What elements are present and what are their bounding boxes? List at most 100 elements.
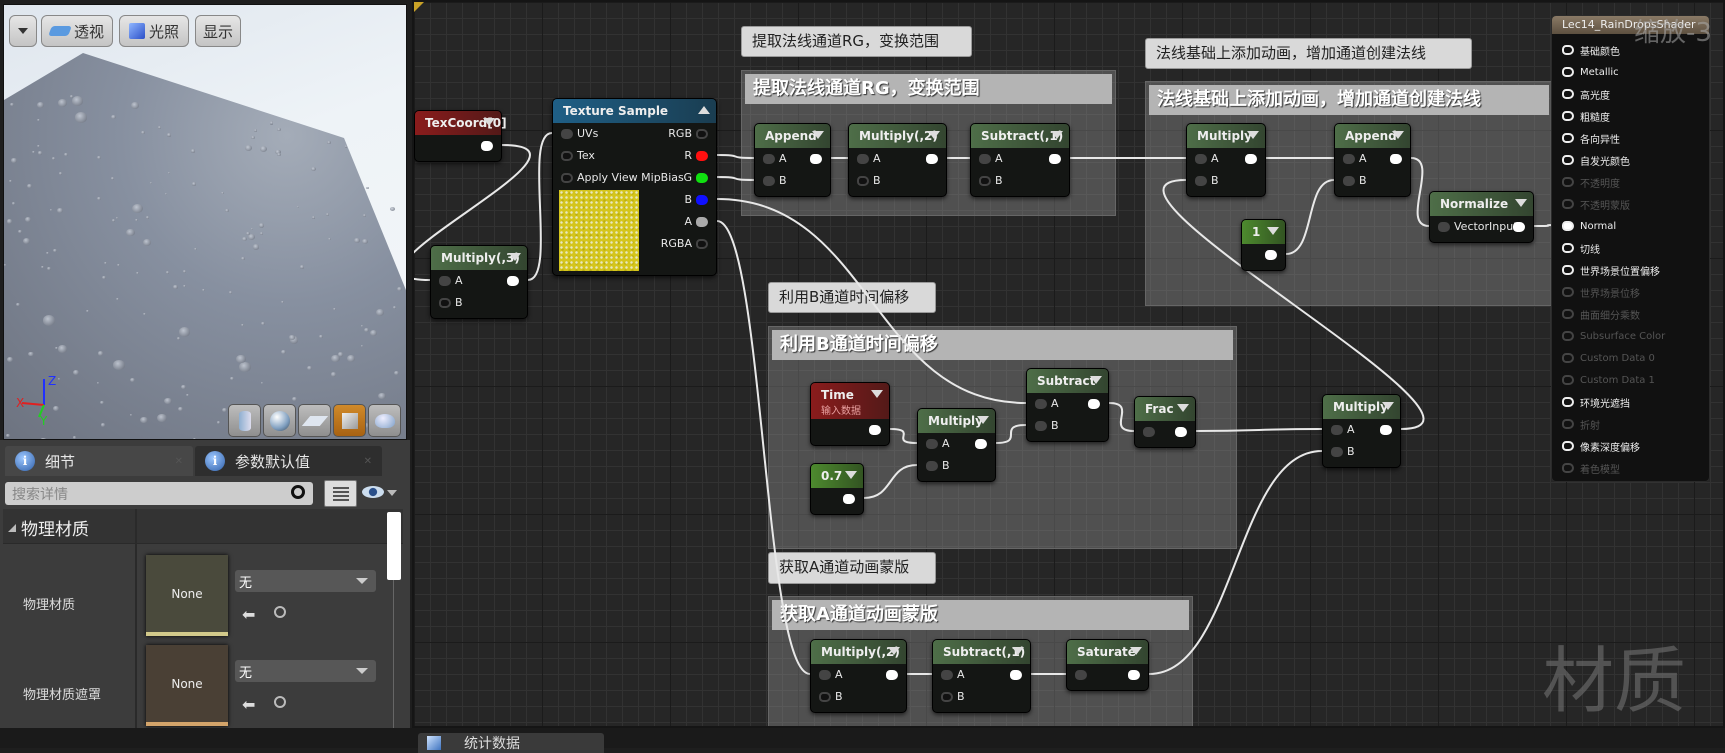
input-pin[interactable] bbox=[857, 154, 869, 164]
input-pin[interactable] bbox=[1035, 421, 1047, 431]
node-appendtop[interactable]: Append A B bbox=[1334, 123, 1411, 197]
node-header[interactable]: Subtract(,1) bbox=[971, 124, 1069, 148]
asset-combo-box[interactable]: 无 bbox=[235, 660, 376, 682]
output-pin[interactable] bbox=[843, 494, 855, 504]
tab-parameter-defaults[interactable]: i 参数默认值 ✕ bbox=[195, 446, 382, 476]
output-pin[interactable] bbox=[1265, 250, 1277, 260]
node-header[interactable]: Append bbox=[755, 124, 830, 148]
result-pin[interactable]: 粗糙度 bbox=[1562, 105, 1610, 127]
input-pin[interactable] bbox=[439, 298, 451, 308]
material-preview-viewport[interactable]: 透视 光照 显示 Z X Y bbox=[3, 4, 407, 440]
result-pin[interactable]: 自发光颜色 bbox=[1562, 149, 1630, 171]
input-pin[interactable] bbox=[1195, 154, 1207, 164]
output-pin[interactable] bbox=[1010, 670, 1022, 680]
node-texcoord[interactable]: TexCoord[0] bbox=[414, 110, 507, 162]
node-header[interactable]: Multiply bbox=[1323, 395, 1400, 419]
output-pin[interactable] bbox=[869, 425, 881, 435]
browse-search-icon[interactable] bbox=[274, 606, 286, 618]
section-header-physical-material[interactable]: 物理材质 bbox=[3, 509, 403, 544]
input-pin[interactable] bbox=[561, 129, 573, 139]
result-pin[interactable]: 各向异性 bbox=[1562, 127, 1620, 149]
result-pin[interactable]: 着色模型 bbox=[1562, 457, 1620, 479]
expand-arrow-icon[interactable] bbox=[928, 131, 940, 139]
input-pin[interactable] bbox=[819, 670, 831, 680]
result-pin[interactable]: Subsurface Color bbox=[1562, 325, 1665, 347]
node-header[interactable]: TexCoord[0] bbox=[415, 111, 507, 135]
expand-arrow-icon[interactable] bbox=[509, 253, 521, 261]
node-time[interactable]: Time 输入数据 bbox=[810, 382, 890, 446]
output-pin[interactable] bbox=[1245, 154, 1257, 164]
result-pin[interactable]: 不透明蒙版 bbox=[1562, 193, 1630, 215]
node-mul2b[interactable]: Multiply(,2) A B bbox=[810, 639, 907, 713]
result-pin[interactable]: 基础颜色 bbox=[1562, 39, 1620, 61]
expand-arrow-icon[interactable] bbox=[1247, 131, 1259, 139]
expand-arrow-icon[interactable] bbox=[812, 131, 824, 139]
node-header[interactable]: Subtract bbox=[1027, 369, 1108, 393]
node-header[interactable]: Multiply(,2) bbox=[849, 124, 946, 148]
expand-arrow-icon[interactable] bbox=[1090, 376, 1102, 384]
expand-arrow-icon[interactable] bbox=[871, 390, 883, 398]
result-pin[interactable]: Custom Data 1 bbox=[1562, 369, 1655, 391]
show-button[interactable]: 显示 bbox=[195, 15, 241, 47]
node-header[interactable]: Normalize bbox=[1430, 192, 1533, 216]
close-tab-icon[interactable]: ✕ bbox=[364, 456, 372, 467]
expand-arrow-icon[interactable] bbox=[1177, 404, 1189, 412]
node-header[interactable]: Frac bbox=[1135, 397, 1195, 421]
details-scrollbar[interactable] bbox=[387, 512, 401, 580]
node-tex[interactable]: Texture Sample UVs Tex Apply View MipBias RG… bbox=[552, 98, 717, 276]
expand-arrow-icon[interactable] bbox=[1267, 227, 1279, 235]
input-pin[interactable] bbox=[763, 154, 775, 164]
node-header[interactable]: Multiply(,2) bbox=[811, 640, 906, 664]
asset-thumbnail[interactable]: None bbox=[146, 555, 228, 636]
expand-arrow-icon[interactable] bbox=[977, 416, 989, 424]
lighting-button[interactable]: 光照 bbox=[119, 15, 189, 47]
asset-combo-box[interactable]: 无 bbox=[235, 570, 376, 592]
result-pin[interactable]: 像素深度偏移 bbox=[1562, 435, 1640, 457]
material-graph-canvas[interactable]: 提取法线通道RG，变换范围 提取法线通道RG，变换范围 法线基础上添加动画，增加通道… bbox=[412, 0, 1725, 728]
output-pin[interactable] bbox=[1049, 154, 1061, 164]
perspective-button[interactable]: 透视 bbox=[41, 15, 113, 47]
preview-cylinder-button[interactable] bbox=[228, 404, 261, 437]
output-pin[interactable] bbox=[696, 195, 708, 205]
output-pin[interactable] bbox=[696, 239, 708, 249]
input-pin[interactable] bbox=[1075, 670, 1087, 680]
node-header[interactable]: Subtract(,1) bbox=[933, 640, 1030, 664]
output-pin[interactable] bbox=[1390, 154, 1402, 164]
node-header[interactable]: Multiply bbox=[1187, 124, 1265, 148]
preview-teapot-button[interactable] bbox=[368, 404, 401, 437]
result-pin[interactable]: 环境光遮挡 bbox=[1562, 391, 1630, 413]
expand-arrow-icon[interactable] bbox=[888, 647, 900, 655]
expand-arrow-icon[interactable] bbox=[1012, 647, 1024, 655]
result-pin[interactable]: 世界场景位置偏移 bbox=[1562, 259, 1660, 281]
node-header[interactable]: Multiply bbox=[918, 409, 995, 433]
input-pin[interactable] bbox=[1438, 222, 1450, 232]
use-selected-arrow-icon[interactable]: ⬅ bbox=[242, 695, 255, 714]
input-pin[interactable] bbox=[1331, 447, 1343, 457]
node-multop[interactable]: Multiply A B bbox=[1186, 123, 1266, 197]
output-pin[interactable] bbox=[1380, 425, 1392, 435]
node-header[interactable]: Texture Sample bbox=[553, 99, 716, 123]
node-c07[interactable]: 0.7 bbox=[810, 463, 864, 515]
expand-arrow-icon[interactable] bbox=[483, 118, 495, 126]
chevron-down-icon[interactable] bbox=[387, 490, 397, 496]
input-pin[interactable] bbox=[857, 176, 869, 186]
input-pin[interactable] bbox=[561, 151, 573, 161]
expand-arrow-icon[interactable] bbox=[1382, 402, 1394, 410]
output-pin[interactable] bbox=[1175, 427, 1187, 437]
input-pin[interactable] bbox=[763, 176, 775, 186]
expand-arrow-icon[interactable] bbox=[1051, 131, 1063, 139]
preview-cube-button[interactable] bbox=[333, 404, 366, 437]
node-mul3[interactable]: Multiply(,3) A B bbox=[430, 245, 528, 319]
node-header[interactable]: 0.7 bbox=[811, 464, 863, 488]
node-header[interactable]: 1 bbox=[1242, 220, 1285, 244]
input-pin[interactable] bbox=[1195, 176, 1207, 186]
node-header[interactable]: Append bbox=[1335, 124, 1410, 148]
input-pin[interactable] bbox=[926, 461, 938, 471]
preview-plane-button[interactable] bbox=[298, 404, 331, 437]
expand-arrow-icon[interactable] bbox=[1130, 647, 1142, 655]
output-pin[interactable] bbox=[696, 217, 708, 227]
output-pin[interactable] bbox=[886, 670, 898, 680]
input-pin[interactable] bbox=[926, 439, 938, 449]
node-saturate[interactable]: Saturate bbox=[1066, 639, 1149, 691]
node-append1[interactable]: Append A B bbox=[754, 123, 831, 197]
